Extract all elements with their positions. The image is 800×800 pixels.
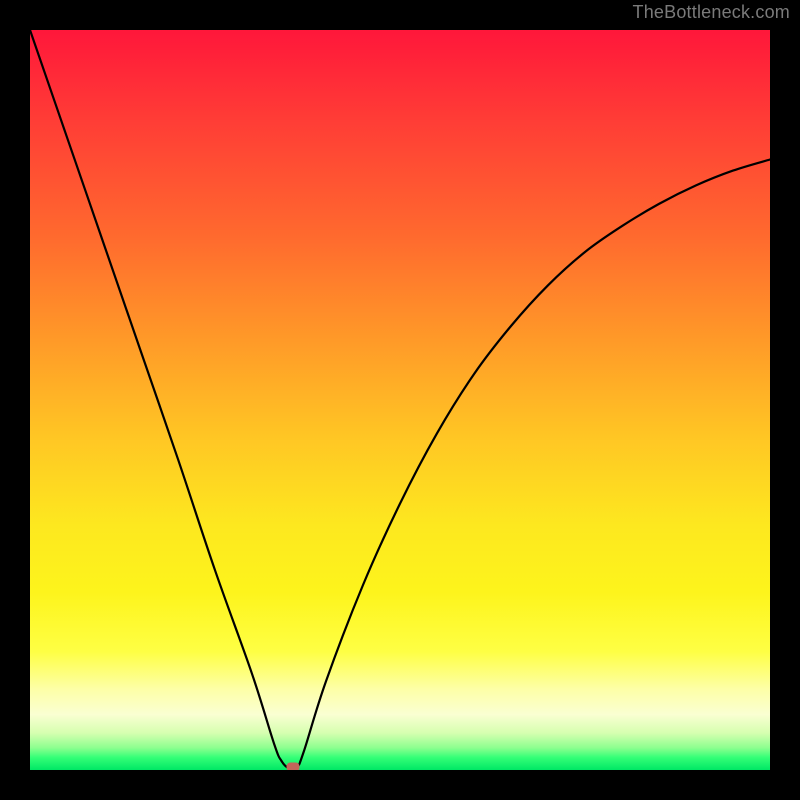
chart-frame: TheBottleneck.com — [0, 0, 800, 800]
optimal-point-marker — [286, 763, 299, 770]
watermark-text: TheBottleneck.com — [633, 2, 790, 23]
bottleneck-curve — [30, 30, 770, 770]
plot-area — [30, 30, 770, 770]
